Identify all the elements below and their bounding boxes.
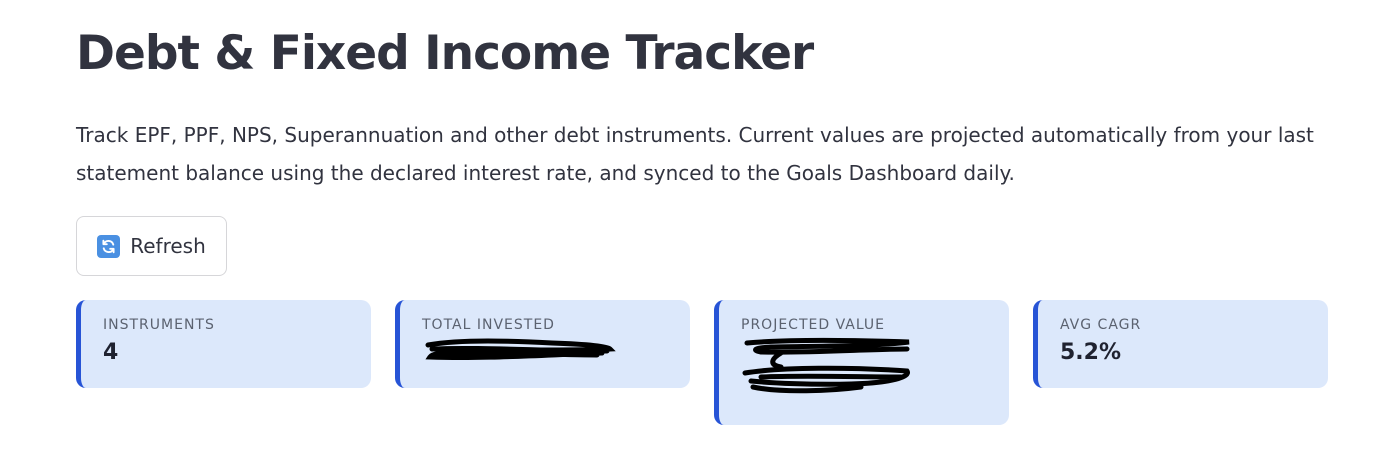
refresh-icon [97,234,121,258]
refresh-button-label: Refresh [130,234,206,258]
metric-card-instruments: INSTRUMENTS 4 [76,300,371,388]
refresh-button[interactable]: Refresh [76,216,227,276]
metric-value: 5.2% [1060,340,1122,365]
metric-card-total-invested: TOTAL INVESTED [395,300,690,388]
page-description: Track EPF, PPF, NPS, Superannuation and … [76,123,1314,185]
metric-label: PROJECTED VALUE [741,317,886,333]
metric-label: INSTRUMENTS [103,317,215,333]
redacted-value [742,337,910,394]
metric-card-projected-value: PROJECTED VALUE [714,300,1009,425]
redacted-value [425,338,616,361]
page-title: Debt & Fixed Income Tracker [76,26,814,81]
metric-card-avg-cagr: AVG CAGR 5.2% [1033,300,1328,388]
page: Debt & Fixed Income Tracker Track EPF, P… [0,0,1392,457]
metric-label: AVG CAGR [1060,317,1142,333]
metric-value: 4 [103,340,119,365]
metric-label: TOTAL INVESTED [422,317,555,333]
